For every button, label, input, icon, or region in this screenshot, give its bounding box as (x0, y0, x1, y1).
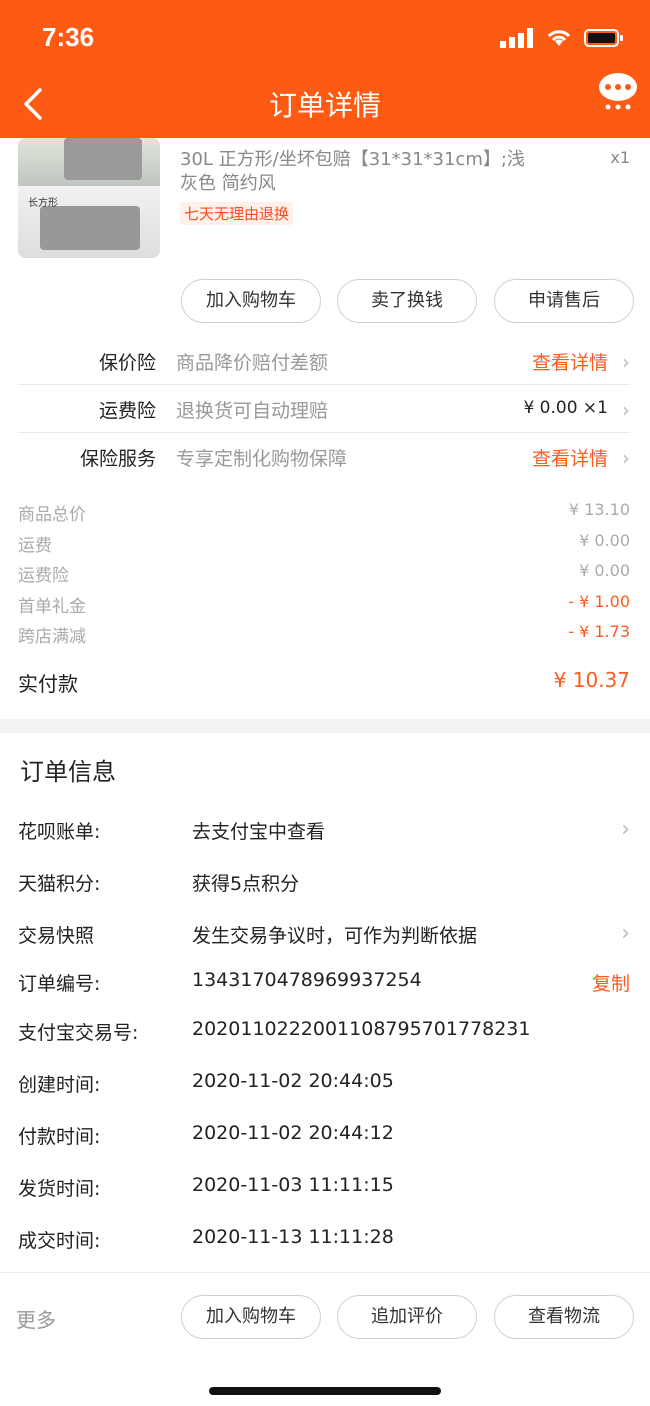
chat-bubble-icon[interactable] (598, 70, 638, 110)
item-actions: 加入购物车 卖了换钱 申请售后 (0, 279, 650, 325)
info-value: 2020-11-02 20:44:12 (192, 1122, 394, 1144)
resell-button[interactable]: 卖了换钱 (337, 279, 477, 323)
view-details-link[interactable]: 查看详情 (532, 348, 608, 375)
summary-value: ¥ 0.00 (579, 531, 630, 550)
footer-divider (0, 1272, 650, 1273)
status-bar: 7:36 (0, 18, 650, 62)
info-value: 去支付宝中查看 (192, 821, 326, 843)
home-indicator[interactable] (209, 1387, 441, 1395)
status-time: 7:36 (42, 22, 95, 52)
thumb-bottom: 长方形 (18, 186, 160, 258)
chevron-right-icon: › (622, 350, 630, 374)
insurance-row-service[interactable]: 保险服务 专享定制化购物保障 查看详情 › (18, 432, 630, 480)
wifi-icon (547, 30, 571, 46)
chevron-right-icon: › (622, 398, 630, 422)
info-row-paid: 付款时间: 2020-11-02 20:44:12 (18, 1122, 630, 1162)
copy-button[interactable]: 复制 (592, 969, 630, 996)
summary-value: - ¥ 1.00 (568, 592, 630, 611)
thumb-box-rect (40, 206, 140, 250)
summary-label: 跨店满减 (18, 627, 86, 647)
info-row-snapshot[interactable]: 交易快照 发生交易争议时，可作为判断依据 › (18, 921, 630, 961)
summary-value: - ¥ 1.73 (568, 622, 630, 641)
info-row-completed: 成交时间: 2020-11-13 11:11:28 (18, 1226, 630, 1266)
insurance-name: 保险服务 (79, 448, 156, 470)
info-value: 1343170478969937254 (192, 969, 422, 991)
more-button[interactable]: 更多 (16, 1304, 56, 1333)
section-divider (0, 719, 650, 733)
insurance-row-price[interactable]: 保价险 商品降价赔付差额 查看详情 › (18, 336, 630, 385)
chevron-right-icon: › (621, 817, 630, 842)
info-row-alipay-number: 支付宝交易号: 2020110222001108795701778231 (18, 1018, 630, 1058)
summary-value: ¥ 13.10 (568, 500, 630, 519)
insurance-desc: 退换货可自动理赔 (176, 400, 329, 422)
info-label: 花呗账单: (18, 821, 101, 843)
info-value: 获得5点积分 (192, 873, 300, 895)
view-details-link[interactable]: 查看详情 (532, 444, 608, 471)
nav-bar: 订单详情 (0, 73, 650, 130)
footer-add-to-cart-button[interactable]: 加入购物车 (181, 1295, 321, 1339)
insurance-row-shipping[interactable]: 运费险 退换货可自动理赔 ¥ 0.00 ×1 › (18, 384, 630, 433)
summary-value: ¥ 0.00 (579, 561, 630, 580)
summary-row: 运费险 ¥ 0.00 (18, 561, 630, 591)
return-policy-tag: 七天无理由退换 (180, 202, 294, 225)
summary-row: 商品总价 ¥ 13.10 (18, 500, 630, 530)
summary-label: 运费险 (18, 566, 69, 586)
insurance-name: 保价险 (98, 352, 156, 374)
summary-row: 跨店满减 - ¥ 1.73 (18, 622, 630, 652)
info-row-points: 天猫积分: 获得5点积分 (18, 869, 630, 909)
summary-row: 运费 ¥ 0.00 (18, 531, 630, 561)
status-icons (500, 28, 624, 48)
info-label: 支付宝交易号: (18, 1022, 139, 1044)
product-thumbnail[interactable]: 长方形 (18, 138, 160, 258)
insurance-amount: ¥ 0.00 ×1 (523, 398, 608, 418)
info-row-order-number: 订单编号: 1343170478969937254 复制 (18, 969, 630, 1009)
add-to-cart-button[interactable]: 加入购物车 (181, 279, 321, 323)
summary-row: 首单礼金 - ¥ 1.00 (18, 592, 630, 622)
info-row-shipped: 发货时间: 2020-11-03 11:11:15 (18, 1174, 630, 1214)
thumb-box-square (64, 138, 142, 180)
info-label: 交易快照 (18, 925, 95, 947)
info-label: 创建时间: (18, 1074, 101, 1096)
info-label: 发货时间: (18, 1178, 101, 1200)
order-info-title: 订单信息 (20, 758, 116, 786)
product-spec: 30L 正方形/坐坏包赔【31*31*31cm】;浅灰色 简约风 (180, 149, 525, 194)
insurance-desc: 专享定制化购物保障 (176, 448, 348, 470)
info-label: 天猫积分: (18, 873, 101, 895)
product-qty: x1 (610, 148, 630, 167)
info-label: 订单编号: (18, 973, 101, 995)
info-value: 2020-11-02 20:44:05 (192, 1070, 394, 1092)
info-row-created: 创建时间: 2020-11-02 20:44:05 (18, 1070, 630, 1110)
info-value: 2020110222001108795701778231 (192, 1018, 531, 1040)
summary-label: 首单礼金 (18, 597, 86, 617)
paid-label: 实付款 (18, 672, 78, 696)
thumb-top (18, 138, 160, 186)
info-value: 2020-11-03 11:11:15 (192, 1174, 394, 1196)
view-logistics-button[interactable]: 查看物流 (494, 1295, 634, 1339)
battery-icon (584, 29, 623, 47)
signal-icon (500, 28, 533, 48)
info-row-huabei[interactable]: 花呗账单: 去支付宝中查看 › (18, 817, 630, 857)
info-value: 发生交易争议时，可作为判断依据 (192, 925, 478, 947)
chevron-right-icon: › (622, 446, 630, 470)
insurance-name: 运费险 (98, 400, 156, 422)
app-header: 7:36 订单详情 (0, 0, 650, 138)
insurance-desc: 商品降价赔付差额 (176, 352, 329, 374)
summary-label: 运费 (18, 536, 52, 556)
info-value: 2020-11-13 11:11:28 (192, 1226, 394, 1248)
paid-total: 实付款 ¥ 10.37 (18, 668, 630, 702)
after-sales-button[interactable]: 申请售后 (494, 279, 634, 323)
page-title: 订单详情 (268, 90, 381, 121)
add-review-button[interactable]: 追加评价 (337, 1295, 477, 1339)
summary-label: 商品总价 (18, 505, 86, 525)
info-label: 付款时间: (18, 1126, 101, 1148)
info-label: 成交时间: (18, 1230, 101, 1252)
paid-value: ¥ 10.37 (553, 668, 630, 692)
thumb-label: 长方形 (28, 198, 58, 209)
product-card[interactable]: 长方形 30L 正方形/坐坏包赔【31*31*31cm】;浅灰色 简约风 x1 … (0, 138, 650, 268)
chevron-right-icon: › (621, 921, 630, 946)
